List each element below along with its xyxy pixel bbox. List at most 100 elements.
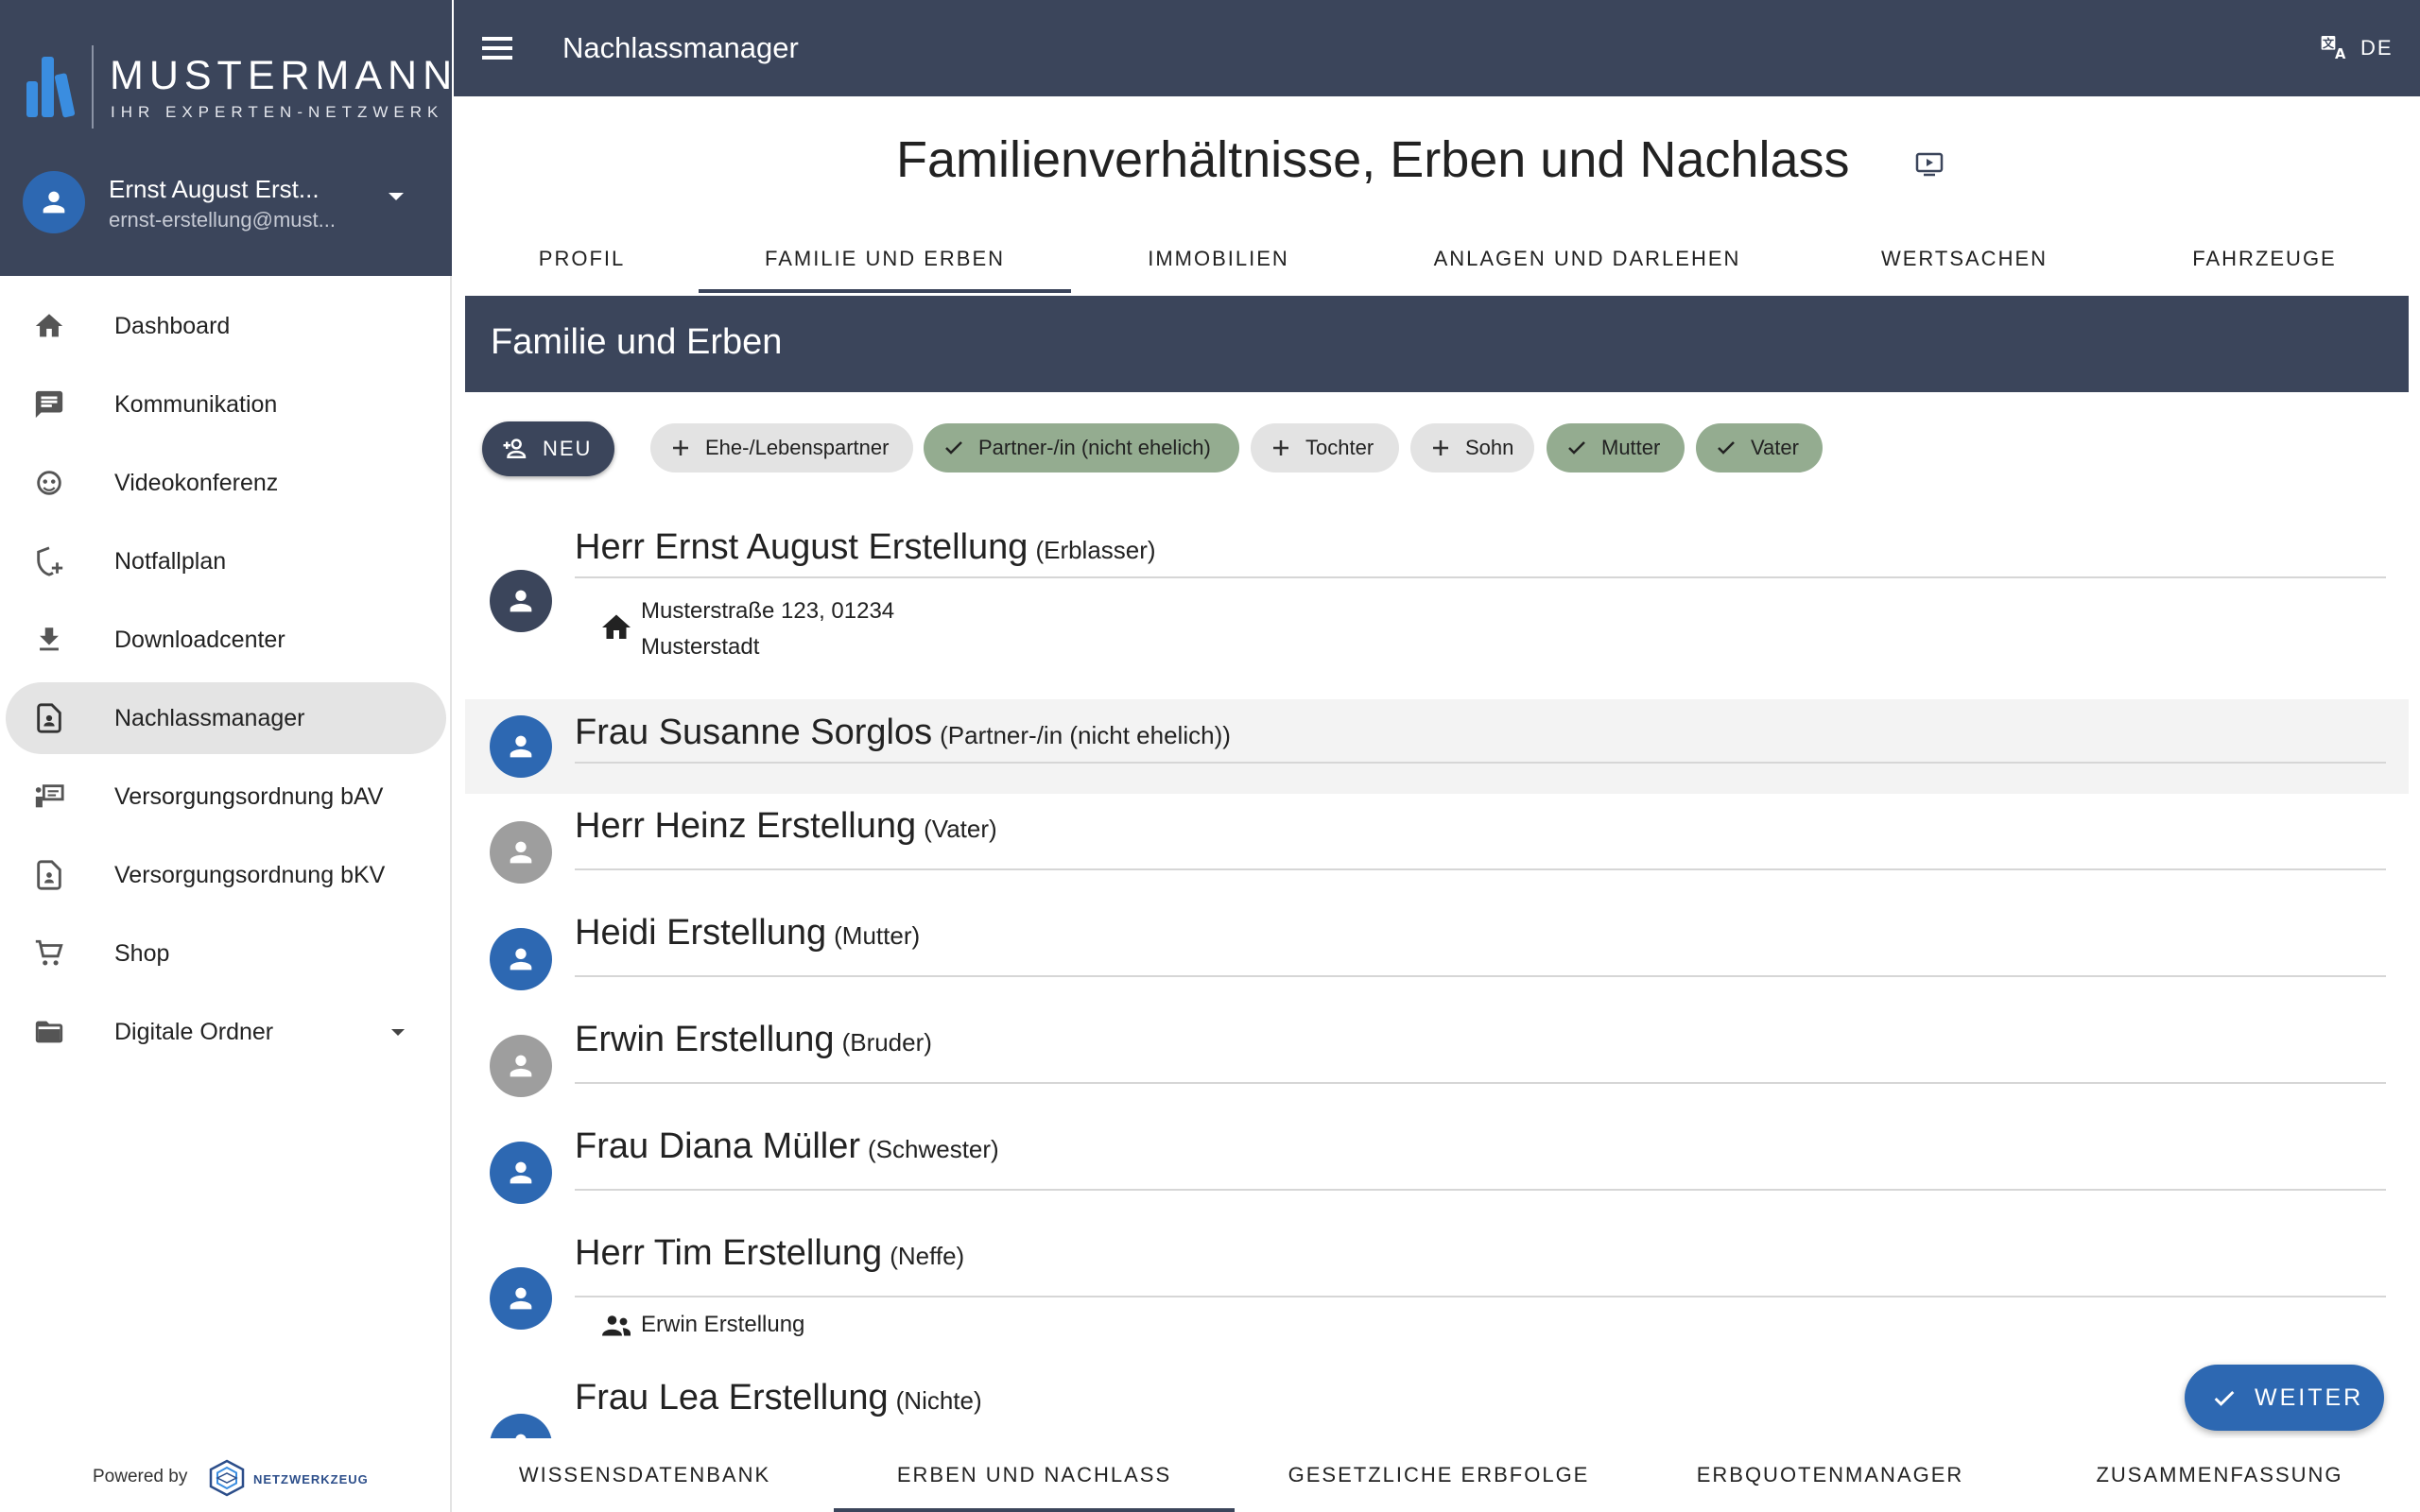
document-person-icon	[30, 699, 68, 737]
chip-partner-nicht-ehelich[interactable]: Partner-/in (nicht ehelich)	[924, 423, 1239, 472]
video-conference-icon	[30, 464, 68, 502]
sidebar-item-downloadcenter[interactable]: Downloadcenter	[6, 604, 446, 676]
person-icon	[510, 735, 532, 758]
language-selector[interactable]: DE	[2360, 36, 2394, 60]
check-icon	[945, 441, 962, 455]
check-icon	[1568, 441, 1585, 455]
active-tab-indicator	[699, 289, 1071, 293]
chip-mutter[interactable]: Mutter	[1547, 423, 1685, 472]
person-name-text: Erwin Erstellung	[575, 1020, 835, 1059]
chip-label: Sohn	[1465, 436, 1514, 459]
divider	[575, 975, 2386, 977]
person-icon	[43, 191, 65, 214]
tab-immobilien[interactable]: IMMOBILIEN	[1071, 225, 1366, 293]
person-role: (Nichte)	[895, 1386, 982, 1415]
page-title: Familienverhältnisse, Erben und Nachlass	[896, 131, 1850, 188]
person-name-text: Herr Ernst August Erstellung	[575, 527, 1028, 567]
list-item[interactable]: Herr Heinz Erstellung (Vater)	[465, 806, 2409, 901]
sidebar-item-kommunikation[interactable]: Kommunikation	[6, 369, 446, 440]
chip-label: Mutter	[1601, 436, 1661, 459]
avatar	[490, 1035, 552, 1097]
tab-label: IMMOBILIEN	[1148, 247, 1289, 270]
user-name[interactable]: Ernst August Erst...	[109, 175, 320, 204]
sidebar-item-label: Dashboard	[114, 312, 231, 339]
presentation-icon	[30, 778, 68, 816]
person-name-text: Heidi Erstellung	[575, 913, 827, 953]
list-item[interactable]: Erwin Erstellung (Bruder)	[465, 1020, 2409, 1114]
sidebar: MUSTERMANN IHR EXPERTEN-NETZWERK Ernst A…	[0, 0, 452, 1512]
partner-name: NETZWERKZEUG	[253, 1472, 369, 1486]
check-icon	[2214, 1390, 2235, 1406]
sidebar-item-digitale-ordner[interactable]: Digitale Ordner	[6, 996, 446, 1068]
powered-by-text: Powered by	[93, 1467, 188, 1486]
list-item[interactable]: Herr Tim Erstellung (Neffe) Erwin Erstell…	[465, 1233, 2409, 1366]
tab-anlagen-und-darlehen[interactable]: ANLAGEN UND DARLEHEN	[1366, 225, 1808, 293]
parent-reference: Erwin Erstellung	[641, 1312, 805, 1337]
list-item[interactable]: Frau Susanne Sorglos (Partner-/in (nicht …	[465, 699, 2409, 794]
chip-label: Vater	[1751, 436, 1799, 459]
relation-chips: NEU Ehe-/Lebenspartner Partner-/in (nich…	[482, 420, 2373, 476]
brand-logo-icon	[26, 57, 76, 118]
tab-gesetzliche-erbfolge[interactable]: GESETZLICHE ERBFOLGE	[1250, 1438, 1628, 1512]
tab-zusammenfassung[interactable]: ZUSAMMENFASSUNG	[2031, 1438, 2409, 1512]
download-icon	[30, 621, 68, 659]
new-person-button[interactable]: NEU	[482, 421, 614, 476]
sidebar-item-versorgungsordnung-bav[interactable]: Versorgungsordnung bAV	[6, 761, 446, 833]
list-item[interactable]: Heidi Erstellung (Mutter)	[465, 913, 2409, 1007]
sidebar-item-dashboard[interactable]: Dashboard	[6, 290, 446, 362]
person-role: (Partner-/in (nicht ehelich))	[940, 721, 1231, 749]
avatar	[490, 1142, 552, 1204]
sidebar-item-videokonferenz[interactable]: Videokonferenz	[6, 447, 446, 519]
person-name: Herr Heinz Erstellung (Vater)	[575, 806, 997, 847]
list-item[interactable]: Frau Diana Müller (Schwester)	[465, 1126, 2409, 1221]
user-menu-caret-icon[interactable]	[389, 193, 404, 200]
chip-label: Partner-/in (nicht ehelich)	[978, 436, 1211, 459]
person-role: (Erblasser)	[1035, 536, 1156, 564]
sidebar-item-label: Digitale Ordner	[114, 1018, 274, 1045]
tab-label: ANLAGEN UND DARLEHEN	[1433, 247, 1741, 270]
chip-label: Ehe-/Lebenspartner	[705, 436, 890, 459]
chip-vater[interactable]: Vater	[1696, 423, 1823, 472]
family-list: Herr Ernst August Erstellung (Erblasser) …	[465, 510, 2409, 1438]
sidebar-item-notfallplan[interactable]: Notfallplan	[6, 525, 446, 597]
sidebar-item-shop[interactable]: Shop	[6, 918, 446, 989]
tab-fahrzeuge[interactable]: FAHRZEUGE	[2120, 225, 2409, 293]
app-title: Nachlassmanager	[562, 31, 799, 64]
person-name-text: Herr Tim Erstellung	[575, 1233, 883, 1273]
divider	[575, 576, 2386, 578]
person-icon	[510, 1055, 532, 1077]
sidebar-item-nachlassmanager[interactable]: Nachlassmanager	[6, 682, 446, 754]
menu-icon[interactable]	[482, 37, 512, 60]
plus-icon	[1273, 440, 1288, 455]
tab-profil[interactable]: PROFIL	[465, 225, 699, 293]
translate-icon[interactable]: 文 A	[2319, 32, 2349, 62]
netzwerkzeug-logo-icon	[209, 1459, 245, 1497]
tab-label: WERTSACHEN	[1880, 247, 2048, 270]
tab-wissensdatenbank[interactable]: WISSENSDATENBANK	[465, 1438, 824, 1512]
list-item[interactable]: Herr Ernst August Erstellung (Erblasser) …	[465, 510, 2409, 667]
chevron-down-icon[interactable]	[391, 1028, 405, 1036]
list-item[interactable]: Frau Lea Erstellung (Nichte)	[465, 1378, 2409, 1438]
tab-label: FAMILIE UND ERBEN	[764, 247, 1006, 270]
user-avatar[interactable]	[23, 171, 85, 233]
plus-icon	[1433, 440, 1448, 455]
person-name: Herr Tim Erstellung (Neffe)	[575, 1233, 964, 1274]
tab-familie-und-erben[interactable]: FAMILIE UND ERBEN	[699, 225, 1071, 293]
chip-tochter[interactable]: Tochter	[1251, 423, 1399, 472]
avatar	[490, 821, 552, 884]
presentation-play-icon[interactable]	[1915, 151, 1944, 178]
new-button-label: NEU	[543, 437, 593, 460]
tab-wertsachen[interactable]: WERTSACHEN	[1808, 225, 2120, 293]
chip-ehe-lebenspartner[interactable]: Ehe-/Lebenspartner	[650, 423, 913, 472]
sidebar-item-label: Kommunikation	[114, 390, 278, 418]
svg-text:A: A	[2335, 46, 2346, 62]
chip-sohn[interactable]: Sohn	[1410, 423, 1534, 472]
tab-erbquotenmanager[interactable]: ERBQUOTENMANAGER	[1641, 1438, 2019, 1512]
tab-erben-und-nachlass[interactable]: ERBEN UND NACHLASS	[834, 1438, 1235, 1512]
sidebar-header: MUSTERMANN IHR EXPERTEN-NETZWERK Ernst A…	[0, 0, 452, 276]
check-icon	[1718, 441, 1735, 455]
person-name-text: Frau Susanne Sorglos	[575, 713, 933, 752]
weiter-button[interactable]: WEITER	[2185, 1365, 2384, 1431]
sidebar-item-versorgungsordnung-bkv[interactable]: Versorgungsordnung bKV	[6, 839, 446, 911]
brand-subtitle: IHR EXPERTEN-NETZWERK	[111, 103, 444, 121]
